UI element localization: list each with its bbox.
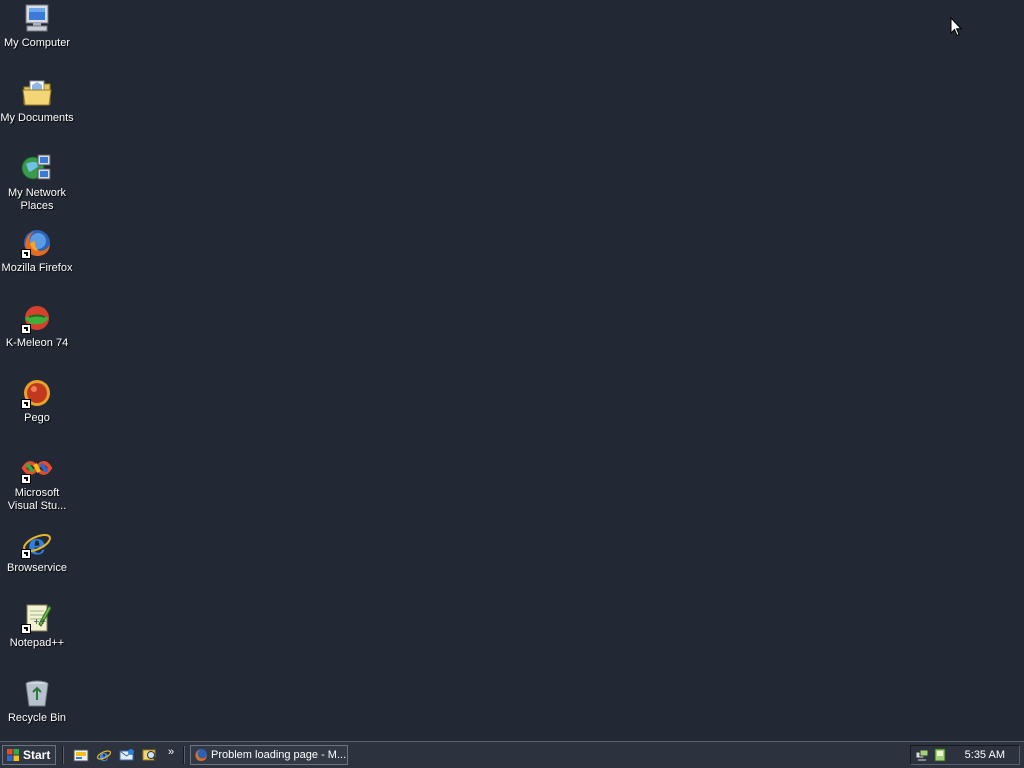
quick-launch-show-desktop[interactable] bbox=[73, 747, 89, 763]
desktop-icon-label: Notepad++ bbox=[9, 637, 65, 649]
kmeleon-icon bbox=[21, 302, 53, 334]
taskbar-button-label: Problem loading page - M... bbox=[211, 749, 347, 761]
quick-launch-outlook-express[interactable] bbox=[119, 747, 135, 763]
desktop-icon-my-documents[interactable]: My Documents bbox=[0, 77, 74, 125]
desktop-icon-label: Microsoft Visual Stu... bbox=[7, 487, 67, 512]
quick-launch-search[interactable] bbox=[142, 747, 158, 763]
taskbar-separator bbox=[62, 746, 64, 764]
desktop-icon-my-computer[interactable]: My Computer bbox=[0, 2, 74, 50]
desktop-icon-recycle-bin[interactable]: Recycle Bin bbox=[0, 677, 74, 725]
shortcut-arrow-icon bbox=[21, 624, 31, 634]
taskbar-separator bbox=[183, 746, 185, 764]
desktop-icon-label: Pego bbox=[24, 412, 50, 424]
taskbar: Start e » Problem loading page - M... 5:… bbox=[0, 741, 1024, 768]
desktop-icon-label: Browservice bbox=[7, 562, 67, 574]
quick-launch-internet-explorer[interactable]: e bbox=[96, 747, 112, 763]
firefox-icon bbox=[195, 749, 207, 761]
taskbar-button-firefox-window[interactable]: Problem loading page - M... bbox=[190, 745, 348, 765]
desktop-icon-k-meleon[interactable]: K-Meleon 74 bbox=[0, 302, 74, 350]
desktop-icon-label: My Documents bbox=[0, 112, 74, 124]
show-desktop-icon bbox=[73, 749, 89, 762]
system-tray: 5:35 AM bbox=[910, 745, 1020, 765]
svg-text:++: ++ bbox=[33, 617, 46, 626]
desktop[interactable]: My Computer My Documents My Network Plac… bbox=[0, 0, 1024, 741]
desktop-icon-browservice[interactable]: e Browservice bbox=[0, 527, 74, 575]
internet-explorer-icon: e bbox=[21, 527, 53, 559]
notification-tray-icon[interactable] bbox=[933, 748, 947, 762]
pego-icon bbox=[21, 377, 53, 409]
outlook-express-icon bbox=[119, 749, 134, 761]
internet-explorer-icon: e bbox=[96, 747, 112, 763]
quick-launch-overflow-chevron[interactable]: » bbox=[168, 746, 174, 758]
shortcut-arrow-icon bbox=[21, 249, 31, 259]
desktop-icon-label: Recycle Bin bbox=[7, 712, 67, 724]
recycle-bin-icon bbox=[21, 677, 53, 709]
shortcut-arrow-icon bbox=[21, 474, 31, 484]
network-tray-icon[interactable] bbox=[915, 748, 929, 762]
desktop-icon-label: My Network Places bbox=[7, 187, 67, 212]
clock[interactable]: 5:35 AM bbox=[965, 749, 1005, 761]
shortcut-arrow-icon bbox=[21, 549, 31, 559]
shortcut-arrow-icon bbox=[21, 399, 31, 409]
svg-text:e: e bbox=[99, 747, 109, 763]
notepadpp-icon: ++ bbox=[21, 602, 53, 634]
start-label: Start bbox=[23, 748, 51, 762]
start-button[interactable]: Start bbox=[2, 745, 56, 765]
mouse-pointer-icon bbox=[950, 17, 962, 37]
desktop-icon-pego[interactable]: Pego bbox=[0, 377, 74, 425]
desktop-icon-label: Mozilla Firefox bbox=[1, 262, 73, 274]
desktop-icon-notepadpp[interactable]: ++ Notepad++ bbox=[0, 602, 74, 650]
desktop-icon-label: K-Meleon 74 bbox=[5, 337, 69, 349]
windows-logo-icon bbox=[7, 749, 19, 761]
documents-folder-icon bbox=[21, 77, 53, 109]
firefox-icon bbox=[21, 227, 53, 259]
visual-studio-icon bbox=[21, 452, 53, 484]
shortcut-arrow-icon bbox=[21, 324, 31, 334]
computer-icon bbox=[21, 2, 53, 34]
desktop-icon-my-network-places[interactable]: My Network Places bbox=[0, 152, 74, 213]
desktop-icon-label: My Computer bbox=[3, 37, 71, 49]
network-places-icon bbox=[21, 152, 53, 184]
desktop-icon-mozilla-firefox[interactable]: Mozilla Firefox bbox=[0, 227, 74, 275]
desktop-icon-visual-studio[interactable]: Microsoft Visual Stu... bbox=[0, 452, 74, 513]
search-icon bbox=[142, 749, 158, 762]
